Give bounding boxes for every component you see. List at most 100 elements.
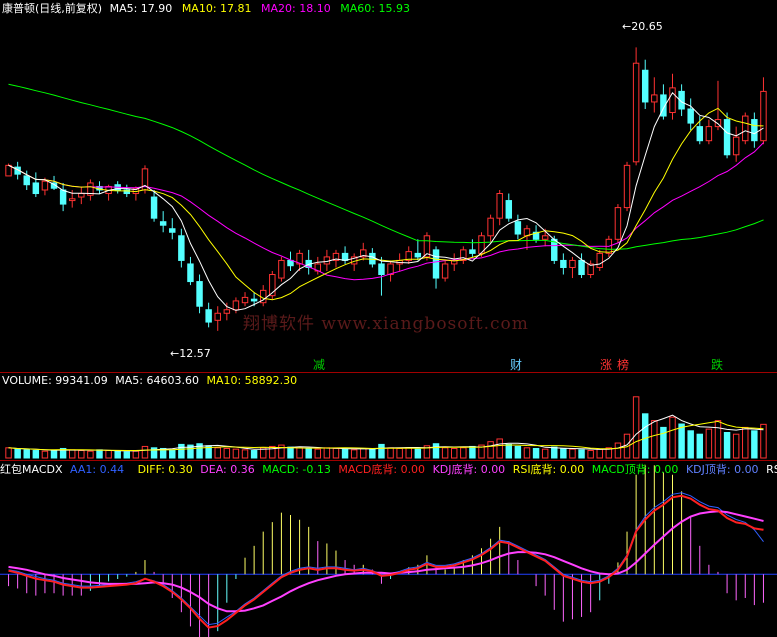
volume-bar [323,447,331,459]
volume-bar [687,430,694,459]
dea-value: DEA: 0.36 [200,463,255,476]
candle-body [150,196,158,219]
candle-body [241,296,249,304]
volume-bar [369,448,376,459]
event-marker-reduce[interactable]: 减 [313,358,325,372]
volume-bar [742,426,749,459]
candle-body [323,256,331,265]
volume-bar [68,449,76,459]
volume-bar [14,448,21,459]
volume-bar [505,443,513,459]
volume-bar [32,450,40,459]
dea-line [8,510,764,613]
candle-body [578,259,585,276]
volume-ma5-line [8,414,764,452]
candle-body [32,182,40,195]
volume-bar [541,448,549,459]
candle-body [496,193,503,219]
ma60-line [8,83,764,250]
volume-bar [714,420,722,459]
volume-bar [232,448,240,459]
candle-body [432,249,440,279]
high-arrow-icon: ← [622,20,632,33]
low-price-label: 12.57 [179,347,211,360]
panel-divider-volume[interactable] [0,372,777,373]
volume-bar [241,449,249,459]
candle-body [378,263,385,276]
candle-body [59,189,67,205]
volume-bar [669,416,676,459]
candle-body [214,312,221,321]
candle-body [751,119,758,142]
high-price-annotation: ←20.65 [622,20,663,34]
candle-body [441,263,449,279]
volume-bar [360,447,367,459]
volume-panel-header: VOLUME: 99341.09 MA5: 64603.60 MA10: 588… [2,374,297,388]
candle-body [560,259,567,268]
candle-body [23,175,30,186]
volume-bar [578,449,585,459]
volume-bar [287,446,294,459]
candle-body [278,259,285,279]
volume-bar [141,445,149,459]
volume-ma5-value: MA5: 64603.60 [115,374,199,387]
volume-bar [223,447,231,459]
volume-bar [469,445,476,459]
candle-body [187,263,194,283]
volume-bar [660,426,667,459]
volume-bar [514,445,522,459]
candle-body [705,126,713,142]
volume-bar [450,447,458,459]
candle-body [169,228,176,233]
panel-divider-indicator[interactable] [0,460,777,461]
candle-body [178,235,185,261]
candle-body [232,300,240,311]
volume-bar [78,450,85,459]
candle-body [541,235,549,240]
stock-chart-window: 康普顿(日线,前复权) MA5: 17.90 MA10: 17.81 MA20:… [0,0,777,637]
volume-bar [50,450,58,459]
volume-bar [523,447,531,459]
event-marker-rise[interactable]: 涨 [600,358,612,372]
event-marker-finance[interactable]: 财 [510,358,522,372]
macd-value: MACD: -0.13 [262,463,331,476]
ma10-value: MA10: 17.81 [181,2,252,15]
volume-bar [569,448,576,459]
candle-body [687,108,694,124]
candle-body [250,298,258,302]
candle-body [78,193,85,198]
low-arrow-icon: ← [170,347,180,360]
volume-bar [378,443,385,459]
macd-bottom-divergence: MACD底背: 0.00 [338,463,426,476]
ma5-line [8,91,764,311]
candle-body [159,221,167,226]
volume-bar [314,448,322,459]
aa1-line [8,492,764,626]
event-marker-fall[interactable]: 跌 [711,358,723,372]
volume-bar [350,449,358,459]
volume-bar [751,430,758,459]
volume-bar [632,396,640,459]
candle-body [614,207,622,240]
ma20-value: MA20: 18.10 [261,2,331,15]
candle-body [223,309,231,314]
volume-bar [441,447,449,459]
ma5-value: MA5: 17.90 [109,2,173,15]
stock-title: 康普顿(日线,前复权) [2,2,103,15]
volume-bar [496,438,503,459]
volume-bar [614,442,622,459]
candle-body [696,126,704,142]
candle-body [723,119,731,156]
indicator-name: 红包MACDX [0,463,63,476]
volume-bar [696,433,704,459]
volume-ma10-value: MA10: 58892.30 [206,374,298,387]
ma10-line [8,107,764,301]
main-panel-header: 康普顿(日线,前复权) MA5: 17.90 MA10: 17.81 MA20:… [2,2,410,16]
kdj-bottom-divergence: KDJ底背: 0.00 [432,463,506,476]
candle-body [41,180,49,191]
volume-bar [132,450,140,459]
event-marker-list[interactable]: 榜 [617,358,629,372]
candle-body [632,62,640,163]
volume-bar [414,448,422,459]
volume-bar [678,423,685,459]
